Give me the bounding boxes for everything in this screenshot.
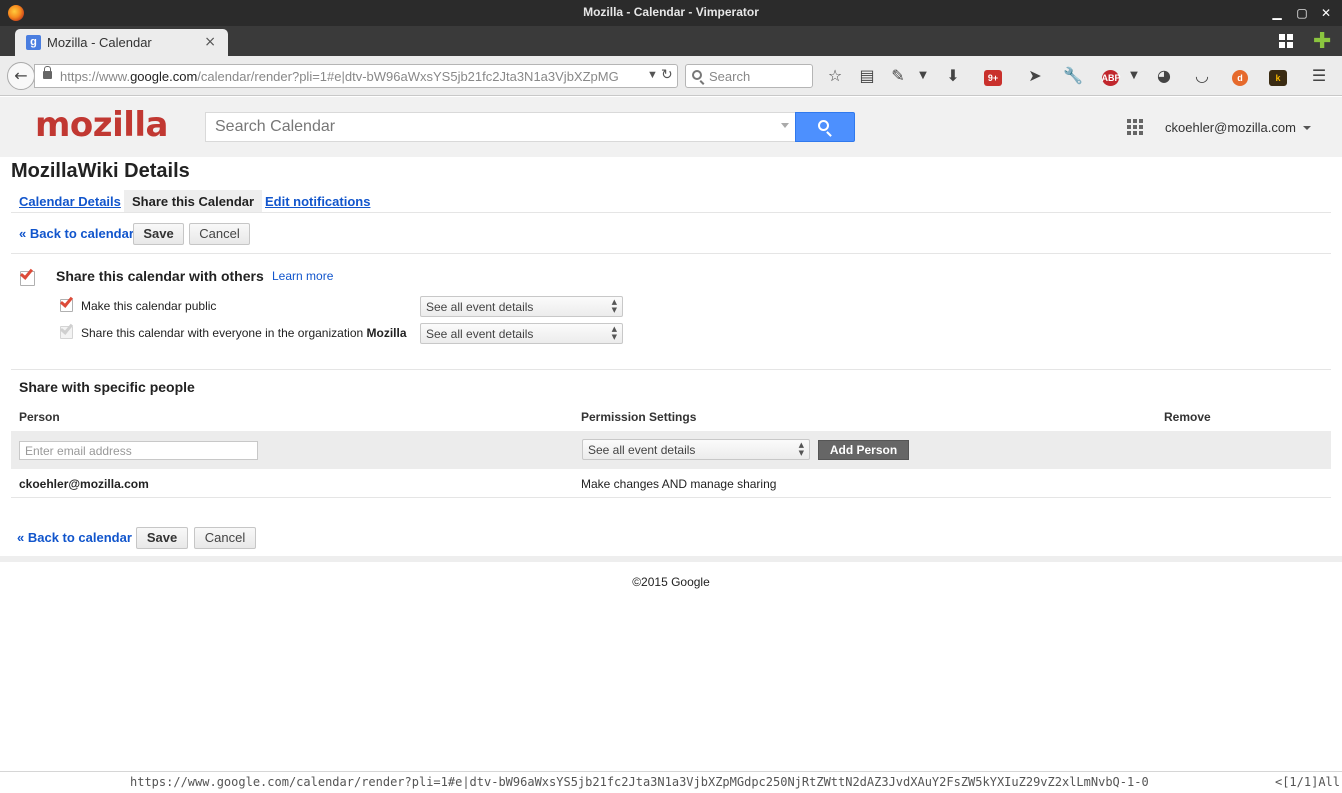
duckduckgo-icon[interactable]: d — [1229, 65, 1251, 87]
column-permission: Permission Settings — [581, 410, 697, 424]
keeper-icon[interactable]: k — [1267, 65, 1289, 87]
search-icon — [818, 120, 829, 131]
footer-divider — [0, 556, 1342, 562]
send-icon[interactable]: ➤ — [1024, 65, 1046, 87]
tab-groups-icon[interactable] — [1279, 34, 1293, 48]
org-permission-select[interactable]: See all event details ▲ ▼ — [420, 323, 623, 344]
url-dropdown-icon[interactable]: ▼ — [647, 69, 658, 81]
share-with-others-checkbox[interactable] — [19, 266, 35, 286]
palette-icon[interactable]: ◕ — [1153, 65, 1175, 87]
learn-more-link[interactable]: Learn more — [272, 269, 333, 283]
page-title: MozillaWiki Details — [11, 160, 190, 182]
url-text[interactable]: https://www.google.com/calendar/render?p… — [60, 69, 640, 84]
apps-grid-icon[interactable] — [1127, 119, 1143, 135]
extension-badge-icon[interactable]: 9+ — [982, 65, 1004, 87]
back-arrow-icon[interactable]: ← — [7, 62, 35, 90]
tab-mozilla-calendar[interactable]: g Mozilla - Calendar × — [15, 29, 228, 56]
select-arrows-icon: ▲ ▼ — [611, 298, 617, 314]
account-dropdown-icon[interactable] — [1303, 126, 1311, 130]
select-arrows-icon: ▲ ▼ — [611, 325, 617, 341]
divider — [11, 253, 1331, 254]
tab-label: Mozilla - Calendar — [47, 35, 152, 50]
make-public-checkbox[interactable] — [59, 294, 74, 312]
divider — [11, 497, 1331, 498]
person-permission: Make changes AND manage sharing — [581, 477, 777, 491]
make-public-label: Make this calendar public — [81, 299, 217, 313]
browser-search-field[interactable]: Search — [685, 64, 813, 88]
account-email[interactable]: ckoehler@mozilla.com — [1165, 120, 1296, 135]
back-to-calendar-link[interactable]: « Back to calendar — [19, 226, 134, 241]
add-person-button[interactable]: Add Person — [818, 440, 909, 460]
new-person-permission-value: See all event details — [588, 443, 696, 457]
bookmark-star-icon[interactable]: ☆ — [824, 65, 846, 87]
status-position: <[1/1]All — [1274, 775, 1340, 789]
pin-icon[interactable]: ✎ — [887, 65, 909, 87]
org-name: Mozilla — [366, 326, 407, 340]
search-options-dropdown-icon[interactable] — [781, 123, 789, 128]
save-button[interactable]: Save — [133, 223, 184, 245]
cancel-button[interactable]: Cancel — [189, 223, 250, 245]
share-specific-heading: Share with specific people — [19, 379, 195, 395]
browser-search-placeholder: Search — [709, 69, 751, 84]
save-button-bottom[interactable]: Save — [136, 527, 188, 549]
google-favicon-icon: g — [26, 35, 41, 50]
navigation-bar: ← https://www.google.com/calendar/render… — [0, 56, 1342, 96]
calendar-search-placeholder: Search Calendar — [215, 118, 336, 135]
vimperator-statusline: https://www.google.com/calendar/render?p… — [0, 771, 1342, 793]
tab-edit-notifications[interactable]: Edit notifications — [257, 190, 378, 212]
select-arrows-icon: ▲ ▼ — [798, 441, 804, 457]
divider — [11, 212, 1331, 213]
calendar-search-button[interactable] — [795, 112, 855, 142]
tab-bar: g Mozilla - Calendar × ✚ — [0, 26, 1342, 56]
reload-icon[interactable]: ↻ — [661, 67, 673, 83]
share-org-checkbox — [59, 321, 74, 339]
lock-icon — [43, 66, 52, 79]
calendar-header: mozilla Search Calendar ckoehler@mozilla… — [0, 97, 1342, 157]
calendar-search-input[interactable]: Search Calendar — [205, 112, 796, 142]
public-permission-select[interactable]: See all event details ▲ ▼ — [420, 296, 623, 317]
menu-icon[interactable]: ☰ — [1308, 65, 1330, 87]
pin-dropdown-icon[interactable]: ▼ — [918, 65, 928, 87]
window-title: Mozilla - Calendar - Vimperator — [583, 5, 759, 19]
adblock-icon[interactable]: ABP — [1099, 65, 1121, 87]
search-icon — [692, 70, 702, 80]
share-with-others-heading: Share this calendar with others — [56, 268, 264, 284]
back-to-calendar-link-bottom[interactable]: « Back to calendar — [17, 530, 132, 545]
close-window-icon[interactable]: ✕ — [1317, 4, 1335, 22]
person-email: ckoehler@mozilla.com — [19, 477, 149, 491]
new-tab-icon[interactable]: ✚ — [1313, 29, 1331, 54]
new-person-permission-select[interactable]: See all event details ▲ ▼ — [582, 439, 810, 460]
email-address-input[interactable]: Enter email address — [19, 441, 258, 460]
tab-share-this-calendar[interactable]: Share this Calendar — [124, 190, 263, 212]
url-bar[interactable]: https://www.google.com/calendar/render?p… — [34, 64, 678, 88]
reading-list-icon[interactable]: ▤ — [856, 65, 878, 87]
adblock-dropdown-icon[interactable]: ▼ — [1129, 65, 1139, 87]
share-org-label: Share this calendar with everyone in the… — [81, 326, 407, 340]
mozilla-logo[interactable]: mozilla — [35, 105, 168, 145]
status-url: https://www.google.com/calendar/render?p… — [130, 775, 1149, 789]
tab-calendar-details[interactable]: Calendar Details — [11, 190, 129, 212]
window-titlebar: Mozilla - Calendar - Vimperator ▁ ▢ ✕ — [0, 0, 1342, 26]
divider — [11, 369, 1331, 370]
copyright: ©2015 Google — [632, 575, 710, 589]
column-remove: Remove — [1164, 410, 1211, 424]
pocket-icon[interactable]: ◡ — [1191, 65, 1213, 87]
column-person: Person — [19, 410, 60, 424]
wrench-icon[interactable]: 🔧 — [1062, 65, 1084, 87]
maximize-icon[interactable]: ▢ — [1293, 4, 1311, 22]
close-tab-icon[interactable]: × — [204, 34, 216, 50]
minimize-icon[interactable]: ▁ — [1268, 4, 1286, 22]
downloads-icon[interactable]: ⬇ — [942, 65, 964, 87]
public-permission-value: See all event details — [426, 300, 534, 314]
cancel-button-bottom[interactable]: Cancel — [194, 527, 256, 549]
org-permission-value: See all event details — [426, 327, 534, 341]
